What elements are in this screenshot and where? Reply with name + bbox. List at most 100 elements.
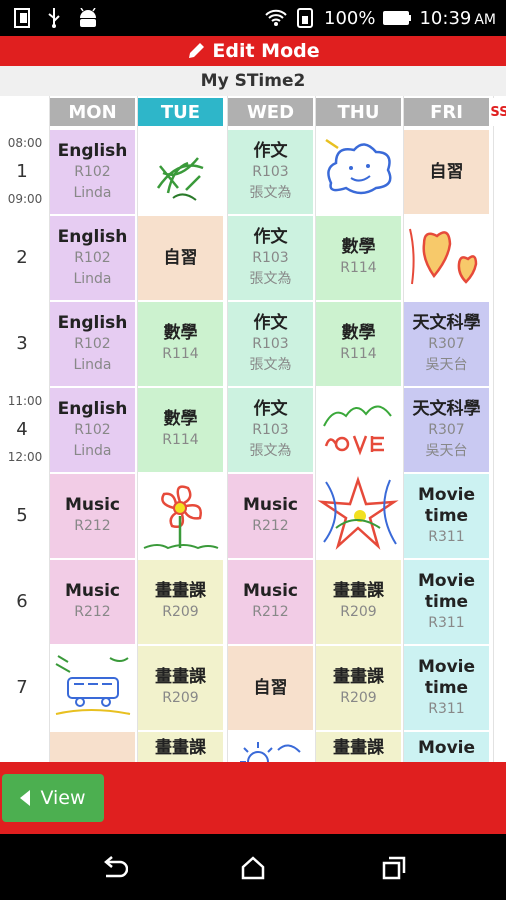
- period-number: 3: [16, 333, 28, 354]
- timetable-cell[interactable]: Movie time R311: [404, 646, 489, 730]
- drawing-bus: [50, 646, 135, 730]
- timetable-cell[interactable]: 作文 R103 張文為: [228, 216, 313, 300]
- cell-room: R114: [162, 346, 199, 362]
- android-nav-bar: [0, 834, 506, 900]
- timetable-cell[interactable]: [316, 130, 401, 214]
- day-header-fri[interactable]: FRI: [404, 98, 489, 126]
- day-header-sat-partial[interactable]: SS: [490, 98, 506, 126]
- battery-icon: [383, 11, 412, 25]
- recents-icon: [382, 856, 406, 880]
- timetable-cell[interactable]: 自習: [138, 216, 223, 300]
- cell-room: R102: [74, 163, 111, 180]
- cell-room: R212: [252, 518, 289, 534]
- timetable-cell[interactable]: 作文 R103 張文為: [228, 302, 313, 386]
- home-icon: [241, 856, 265, 880]
- cell-subject: Movie time: [417, 656, 476, 698]
- timetable-cell[interactable]: Movie time R311: [404, 560, 489, 644]
- timetable-cell[interactable]: 畫畫課 R209: [316, 560, 401, 644]
- clock: 10:39 AM: [419, 7, 496, 29]
- cell-room: R209: [162, 690, 199, 706]
- cell-subject: English: [57, 398, 128, 419]
- timetable-grid: MON TUE WED THU FRI SS 08:00 1 09:00 2 3 11:00 4 12:0…: [0, 96, 506, 762]
- period-end-time: 12:00: [7, 450, 43, 464]
- cell-subject: 數學: [341, 237, 376, 257]
- period-label: 08:00 1 09:00: [0, 130, 48, 214]
- timetable-cell[interactable]: 畫畫課: [138, 732, 223, 762]
- cell-room: R307: [428, 335, 465, 352]
- timetable-cell[interactable]: 畫畫課 R209: [138, 560, 223, 644]
- cell-room: R102: [74, 249, 111, 266]
- timetable-cell[interactable]: 天文科學 R307 吳天台: [404, 388, 489, 472]
- timetable-cell[interactable]: 自習: [228, 646, 313, 730]
- timetable-cell[interactable]: 數學 R114: [316, 302, 401, 386]
- timetable-cell[interactable]: [316, 388, 401, 472]
- cell-subject: 畫畫課: [333, 667, 384, 687]
- view-button-label: View: [40, 787, 86, 809]
- period-label: 7: [0, 646, 48, 730]
- timetable-cell[interactable]: [50, 732, 135, 762]
- period-number: 1: [16, 161, 28, 182]
- cell-subject: 畫畫課: [155, 738, 206, 758]
- cell-room: R114: [340, 260, 377, 276]
- cell-subject: English: [57, 312, 128, 333]
- cell-room: R311: [428, 528, 465, 545]
- day-header-wed[interactable]: WED: [228, 98, 313, 126]
- timetable-cell[interactable]: 天文科學 R307 吳天台: [404, 302, 489, 386]
- timetable-title: My STime2: [0, 66, 506, 96]
- period-number: 6: [16, 591, 28, 612]
- cell-subject: 自習: [253, 677, 288, 698]
- timetable-cell[interactable]: Music R212: [228, 560, 313, 644]
- cell-subject: 數學: [163, 323, 198, 343]
- timetable-cell[interactable]: [316, 474, 401, 558]
- cell-room: R311: [428, 700, 465, 717]
- timetable-cell[interactable]: Movie time R311: [404, 474, 489, 558]
- home-button[interactable]: [235, 850, 271, 886]
- timetable-cell[interactable]: 畫畫課 R209: [316, 646, 401, 730]
- cell-subject: 畫畫課: [333, 738, 384, 758]
- timetable-cell[interactable]: 畫畫課 R209: [138, 646, 223, 730]
- cell-room: R209: [340, 690, 377, 706]
- timetable-cell[interactable]: 作文 R103 張文為: [228, 388, 313, 472]
- timetable-cell[interactable]: 作文 R103 張文為: [228, 130, 313, 214]
- period-start-time: 11:00: [7, 394, 43, 408]
- timetable-cell[interactable]: [50, 646, 135, 730]
- timetable-cell[interactable]: 數學 R114: [138, 388, 223, 472]
- timetable-cell[interactable]: Music R212: [228, 474, 313, 558]
- timetable-cell[interactable]: English R102 Linda: [50, 216, 135, 300]
- timetable-cell[interactable]: 數學 R114: [138, 302, 223, 386]
- cell-subject: Movie time: [417, 570, 476, 612]
- timetable-cell[interactable]: Music R212: [50, 560, 135, 644]
- timetable-cell[interactable]: [228, 732, 313, 762]
- caret-left-icon: [20, 790, 31, 806]
- cell-teacher: 吳天台: [425, 356, 468, 373]
- bottom-bar: View: [0, 762, 506, 834]
- recents-button[interactable]: [376, 850, 412, 886]
- cell-subject: English: [57, 140, 128, 161]
- status-bar: 100% 10:39 AM: [0, 0, 506, 36]
- cell-subject: Music: [64, 495, 121, 515]
- edit-mode-bar: Edit Mode: [0, 36, 506, 66]
- day-header-tue[interactable]: TUE: [138, 98, 223, 126]
- back-button[interactable]: [96, 850, 132, 886]
- timetable-cell[interactable]: [138, 474, 223, 558]
- cell-teacher: 張文為: [249, 356, 292, 373]
- timetable-cell[interactable]: 畫畫課: [316, 732, 401, 762]
- view-button[interactable]: View: [2, 774, 104, 822]
- cell-teacher: Linda: [73, 270, 112, 287]
- day-header-mon[interactable]: MON: [50, 98, 135, 126]
- timetable-cell[interactable]: [404, 216, 489, 300]
- day-header-thu[interactable]: THU: [316, 98, 401, 126]
- timetable-cell[interactable]: Music R212: [50, 474, 135, 558]
- timetable-cell[interactable]: 自習: [404, 130, 489, 214]
- drawing-plant: [138, 130, 223, 214]
- cell-room: R114: [162, 432, 199, 448]
- cell-subject: Music: [242, 495, 299, 515]
- timetable-cell[interactable]: English R102 Linda: [50, 130, 135, 214]
- timetable-cell[interactable]: Movie: [404, 732, 489, 762]
- timetable-cell[interactable]: 數學 R114: [316, 216, 401, 300]
- timetable-cell[interactable]: [138, 130, 223, 214]
- timetable-cell[interactable]: English R102 Linda: [50, 302, 135, 386]
- timetable-cell[interactable]: English R102 Linda: [50, 388, 135, 472]
- sim-card-icon: [14, 8, 30, 28]
- cell-subject: Movie: [417, 738, 476, 758]
